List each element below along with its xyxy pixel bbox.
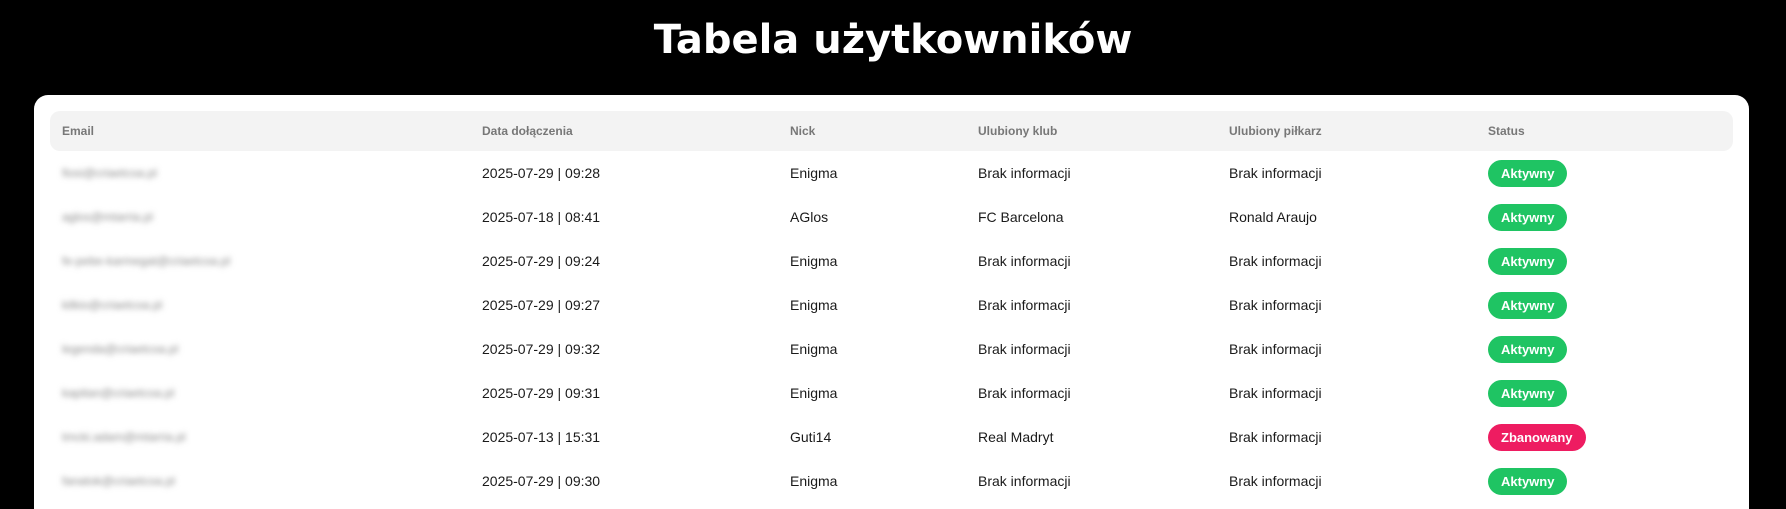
email-cell: tmcki.adam@mtarria.pl xyxy=(62,430,186,444)
join-date-cell: 2025-07-29 | 09:28 xyxy=(482,165,601,181)
join-date-cell: 2025-07-13 | 15:31 xyxy=(482,429,601,445)
nick-cell: Enigma xyxy=(790,473,838,489)
email-cell: kilkio@criaetcoa.pl xyxy=(62,298,163,312)
status-badge: Aktywny xyxy=(1488,380,1568,407)
table-row[interactable]: fiosi@criaetcoa.pl 2025-07-29 | 09:28 En… xyxy=(50,151,1733,195)
nick-cell: Enigma xyxy=(790,165,838,181)
join-date-cell: 2025-07-29 | 09:27 xyxy=(482,297,601,313)
nick-cell: AGlos xyxy=(790,209,829,225)
favorite-club-cell: Brak informacji xyxy=(978,385,1071,401)
join-date-cell: 2025-07-29 | 09:24 xyxy=(482,253,601,269)
favorite-club-cell: Brak informacji xyxy=(978,253,1071,269)
join-date-cell: 2025-07-29 | 09:32 xyxy=(482,341,601,357)
header-nick[interactable]: Nick xyxy=(790,111,815,151)
header-favorite-club[interactable]: Ulubiony klub xyxy=(978,111,1057,151)
status-badge: Aktywny xyxy=(1488,468,1568,495)
favorite-player-cell: Brak informacji xyxy=(1229,473,1322,489)
email-cell: fe-pebe-karmegat@criaetcoa.pl xyxy=(62,254,231,268)
email-cell: aglos@mtarria.pl xyxy=(62,210,153,224)
join-date-cell: 2025-07-29 | 09:30 xyxy=(482,473,601,489)
table-row[interactable]: tmcki.adam@mtarria.pl 2025-07-13 | 15:31… xyxy=(50,415,1733,459)
table-body: fiosi@criaetcoa.pl 2025-07-29 | 09:28 En… xyxy=(50,151,1733,503)
nick-cell: Enigma xyxy=(790,341,838,357)
favorite-club-cell: Brak informacji xyxy=(978,297,1071,313)
status-badge: Aktywny xyxy=(1488,292,1568,319)
status-badge: Aktywny xyxy=(1488,160,1568,187)
nick-cell: Enigma xyxy=(790,385,838,401)
favorite-player-cell: Brak informacji xyxy=(1229,253,1322,269)
page-title: Tabela użytkowników xyxy=(653,17,1133,63)
status-badge: Zbanowany xyxy=(1488,424,1586,451)
favorite-player-cell: Brak informacji xyxy=(1229,165,1322,181)
favorite-club-cell: Real Madryt xyxy=(978,429,1054,445)
header-status[interactable]: Status xyxy=(1488,111,1525,151)
nick-cell: Guti14 xyxy=(790,429,832,445)
join-date-cell: 2025-07-29 | 09:31 xyxy=(482,385,601,401)
table-row[interactable]: fe-pebe-karmegat@criaetcoa.pl 2025-07-29… xyxy=(50,239,1733,283)
favorite-player-cell: Brak informacji xyxy=(1229,385,1322,401)
join-date-cell: 2025-07-18 | 08:41 xyxy=(482,209,601,225)
email-cell: fiosi@criaetcoa.pl xyxy=(62,166,157,180)
table-header: Email Data dołączenia Nick Ulubiony klub… xyxy=(50,111,1733,151)
email-cell: fanatok@criaetcoa.pl xyxy=(62,474,175,488)
nick-cell: Enigma xyxy=(790,253,838,269)
page: Tabela użytkowników Email Data dołączeni… xyxy=(0,0,1786,509)
table-row[interactable]: aglos@mtarria.pl 2025-07-18 | 08:41 AGlo… xyxy=(50,195,1733,239)
status-badge: Aktywny xyxy=(1488,248,1568,275)
table-row[interactable]: legenda@criaetcoa.pl 2025-07-29 | 09:32 … xyxy=(50,327,1733,371)
header-favorite-player[interactable]: Ulubiony piłkarz xyxy=(1229,111,1322,151)
users-table-card: Email Data dołączenia Nick Ulubiony klub… xyxy=(34,95,1749,509)
table-row[interactable]: kapitan@criaetcoa.pl 2025-07-29 | 09:31 … xyxy=(50,371,1733,415)
favorite-club-cell: Brak informacji xyxy=(978,165,1071,181)
status-badge: Aktywny xyxy=(1488,336,1568,363)
favorite-player-cell: Brak informacji xyxy=(1229,297,1322,313)
favorite-club-cell: Brak informacji xyxy=(978,473,1071,489)
email-cell: legenda@criaetcoa.pl xyxy=(62,342,179,356)
status-badge: Aktywny xyxy=(1488,204,1568,231)
table-row[interactable]: kilkio@criaetcoa.pl 2025-07-29 | 09:27 E… xyxy=(50,283,1733,327)
favorite-club-cell: Brak informacji xyxy=(978,341,1071,357)
table-row[interactable]: fanatok@criaetcoa.pl 2025-07-29 | 09:30 … xyxy=(50,459,1733,503)
favorite-player-cell: Ronald Araujo xyxy=(1229,209,1317,225)
favorite-player-cell: Brak informacji xyxy=(1229,429,1322,445)
favorite-club-cell: FC Barcelona xyxy=(978,209,1064,225)
nick-cell: Enigma xyxy=(790,297,838,313)
email-cell: kapitan@criaetcoa.pl xyxy=(62,386,175,400)
header-join-date[interactable]: Data dołączenia xyxy=(482,111,573,151)
favorite-player-cell: Brak informacji xyxy=(1229,341,1322,357)
header-email[interactable]: Email xyxy=(62,111,94,151)
